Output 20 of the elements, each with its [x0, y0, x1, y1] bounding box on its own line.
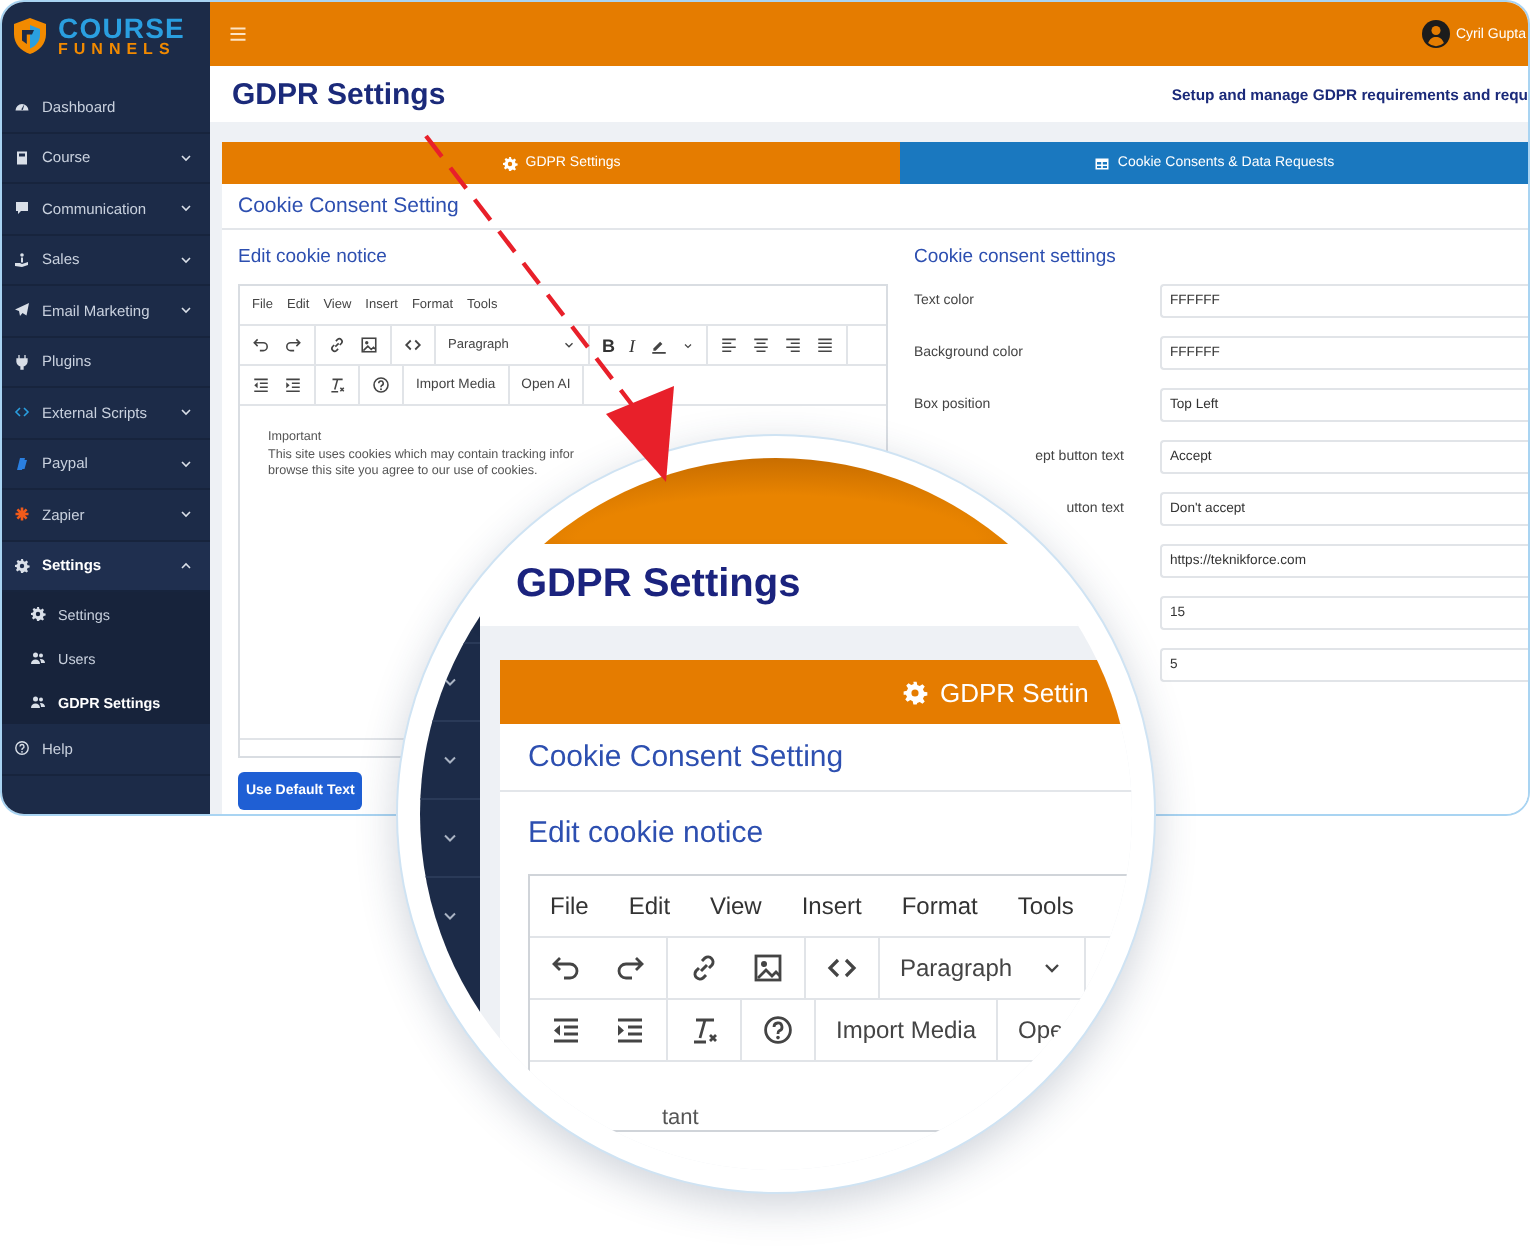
menu-item[interactable]: Insert — [801, 892, 862, 920]
notice-text: tant — [662, 1106, 699, 1130]
page-title: GDPR Settings — [232, 77, 446, 111]
brand-tagline: FUNNELS — [58, 42, 178, 58]
section-heading: Edit cookie notice — [528, 814, 766, 854]
menu-item[interactable]: Tools — [1017, 892, 1074, 920]
menu-item[interactable]: View — [710, 892, 762, 920]
menu-item[interactable]: Edit — [628, 892, 671, 920]
section-title: Cookie Consent Setting — [222, 184, 1528, 230]
italic-button[interactable]: I — [629, 335, 635, 355]
brand-name: COURSE — [58, 14, 185, 42]
section-heading: Cookie consent settings — [914, 246, 1118, 270]
menu-item[interactable]: Format — [901, 892, 978, 920]
page-title: GDPR Settings — [516, 562, 801, 608]
menu-item[interactable]: File — [550, 892, 589, 920]
format-dropdown[interactable]: Paragraph — [900, 954, 1064, 982]
section-title: Cookie Consent Setting — [500, 724, 1132, 792]
bold-button[interactable]: B — [602, 335, 615, 355]
toolbar-button[interactable]: Import Media — [836, 1016, 977, 1044]
section-heading: Edit cookie notice — [238, 246, 389, 270]
